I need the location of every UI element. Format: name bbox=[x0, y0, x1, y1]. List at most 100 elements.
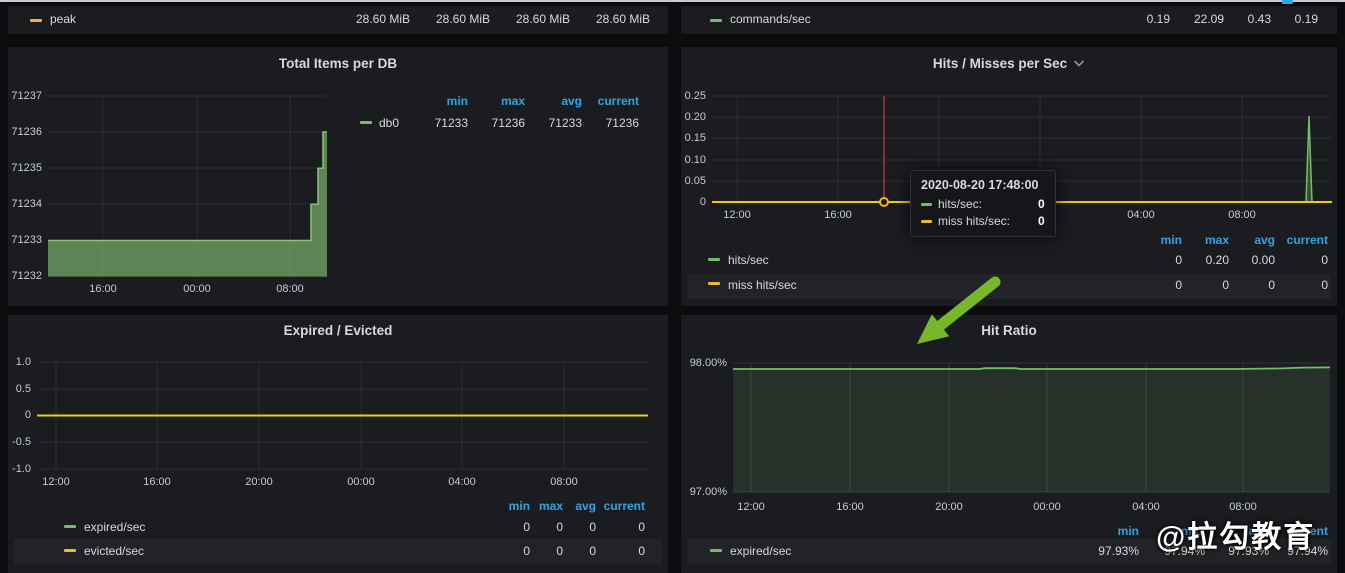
legend-min-value: 71233 bbox=[435, 116, 468, 130]
x-tick: 00:00 bbox=[347, 476, 375, 488]
tooltip-timestamp: 2020-08-20 17:48:00 bbox=[921, 178, 1045, 192]
x-tick: 20:00 bbox=[935, 501, 963, 513]
panel-commands-legend: commands/sec 0.19 22.09 0.43 0.19 bbox=[681, 6, 1337, 34]
x-tick: 20:00 bbox=[245, 476, 273, 488]
db0-series-line bbox=[48, 132, 327, 241]
legend-min-value: 0 bbox=[523, 544, 530, 558]
series-dash-icon bbox=[921, 220, 932, 223]
y-tick: 0.25 bbox=[681, 90, 706, 102]
cropped-blue-header-fragment bbox=[1282, 0, 1293, 4]
legend-current-value: 71236 bbox=[606, 116, 639, 130]
x-tick: 16:00 bbox=[143, 476, 171, 488]
panel-expired-evicted: Expired / Evicted 1.0 0.5 0 -0.5 -1.0 12… bbox=[8, 315, 668, 573]
hits-spike bbox=[1306, 116, 1312, 202]
series-dash-icon bbox=[921, 203, 932, 206]
tooltip-series-name: hits/sec: bbox=[938, 197, 982, 211]
legend-value: 0.19 bbox=[1147, 12, 1170, 26]
legend-min-value: 0 bbox=[523, 520, 530, 534]
y-tick: 0.05 bbox=[681, 175, 706, 187]
y-tick: 71237 bbox=[8, 90, 42, 102]
legend-max-value: 0.20 bbox=[1206, 253, 1229, 267]
legend-series-evicted[interactable]: evicted/sec bbox=[84, 544, 144, 558]
legend-series-expired[interactable]: expired/sec bbox=[730, 544, 791, 558]
legend-series-peak[interactable]: peak bbox=[50, 12, 76, 26]
x-tick: 00:00 bbox=[183, 283, 211, 295]
x-tick: 16:00 bbox=[836, 501, 864, 513]
legend-current-value: 0 bbox=[1321, 253, 1328, 267]
legend-header-max[interactable]: max bbox=[501, 94, 525, 108]
legend-avg-value: 0 bbox=[589, 544, 596, 558]
legend-header-min[interactable]: min bbox=[447, 94, 468, 108]
watermark-text: @拉勾教育 bbox=[1156, 512, 1315, 556]
y-tick: -0.5 bbox=[8, 436, 31, 448]
legend-max-value: 71236 bbox=[492, 116, 525, 130]
legend-header-avg[interactable]: avg bbox=[561, 94, 582, 108]
x-tick: 00:00 bbox=[1033, 501, 1061, 513]
legend-avg-value: 71233 bbox=[549, 116, 582, 130]
grafana-dashboard: peak 28.60 MiB 28.60 MiB 28.60 MiB 28.60… bbox=[0, 0, 1345, 573]
legend-min-value: 97.93% bbox=[1098, 544, 1139, 558]
legend-series-db0[interactable]: db0 bbox=[379, 116, 399, 130]
y-tick: 0.5 bbox=[8, 383, 31, 395]
legend-header-current[interactable]: current bbox=[1287, 233, 1328, 247]
x-tick: 04:00 bbox=[1127, 209, 1155, 221]
expired-evicted-chart bbox=[8, 315, 668, 573]
y-tick: 71233 bbox=[8, 234, 42, 246]
tooltip-row: miss hits/sec: 0 bbox=[921, 214, 1045, 228]
legend-header-min[interactable]: min bbox=[1118, 524, 1139, 538]
y-tick: 97.00% bbox=[681, 486, 727, 498]
y-tick: 0.10 bbox=[681, 154, 706, 166]
legend-header-current[interactable]: current bbox=[604, 499, 645, 513]
y-tick: 71234 bbox=[8, 198, 42, 210]
legend-max-value: 0 bbox=[1222, 278, 1229, 292]
panel-hits-misses: Hits / Misses per Sec 0.25 0.20 0.15 0.1… bbox=[681, 47, 1337, 306]
y-tick: 71235 bbox=[8, 162, 42, 174]
x-tick: 04:00 bbox=[448, 476, 476, 488]
hit-ratio-series-line bbox=[733, 367, 1330, 369]
y-tick: 0 bbox=[8, 409, 31, 421]
legend-value: 28.60 MiB bbox=[596, 12, 650, 26]
legend-value: 0.19 bbox=[1295, 12, 1318, 26]
series-dash-icon bbox=[360, 121, 372, 124]
legend-current-value: 0 bbox=[638, 520, 645, 534]
hit-ratio-area-fill bbox=[733, 367, 1330, 492]
legend-series-expired[interactable]: expired/sec bbox=[84, 520, 145, 534]
legend-header-max[interactable]: max bbox=[1205, 233, 1229, 247]
y-tick: 98.00% bbox=[681, 357, 727, 369]
x-tick: 08:00 bbox=[550, 476, 578, 488]
legend-current-value: 0 bbox=[1321, 278, 1328, 292]
y-tick: 71232 bbox=[8, 270, 42, 282]
x-tick: 08:00 bbox=[1228, 209, 1256, 221]
legend-header-avg[interactable]: avg bbox=[1254, 233, 1275, 247]
legend-min-value: 0 bbox=[1175, 278, 1182, 292]
legend-avg-value: 0.00 bbox=[1252, 253, 1275, 267]
series-dash-icon bbox=[710, 19, 722, 22]
legend-header-current[interactable]: current bbox=[598, 94, 639, 108]
legend-header-avg[interactable]: avg bbox=[575, 499, 596, 513]
legend-header-max[interactable]: max bbox=[539, 499, 563, 513]
legend-value: 22.09 bbox=[1194, 12, 1224, 26]
tooltip-row: hits/sec: 0 bbox=[921, 197, 1045, 211]
y-tick: -1.0 bbox=[8, 463, 31, 475]
x-tick: 12:00 bbox=[723, 209, 751, 221]
tooltip-series-name: miss hits/sec: bbox=[938, 214, 1010, 228]
y-tick: 1.0 bbox=[8, 356, 31, 368]
legend-avg-value: 0 bbox=[589, 520, 596, 534]
panel-total-items-per-db: Total Items per DB 71237 71236 71235 712… bbox=[8, 47, 668, 306]
x-tick: 08:00 bbox=[276, 283, 304, 295]
legend-series-miss-hits[interactable]: miss hits/sec bbox=[728, 278, 797, 292]
legend-max-value: 0 bbox=[556, 544, 563, 558]
legend-value: 28.60 MiB bbox=[436, 12, 490, 26]
legend-series-commands[interactable]: commands/sec bbox=[730, 12, 811, 26]
legend-header-min[interactable]: min bbox=[509, 499, 530, 513]
series-dash-icon bbox=[708, 258, 720, 261]
legend-max-value: 0 bbox=[556, 520, 563, 534]
x-tick: 12:00 bbox=[42, 476, 70, 488]
legend-series-hits[interactable]: hits/sec bbox=[728, 253, 769, 267]
legend-header-min[interactable]: min bbox=[1161, 233, 1182, 247]
tooltip-series-value: 0 bbox=[1016, 197, 1045, 211]
hover-point-marker bbox=[880, 198, 888, 206]
series-dash-icon bbox=[30, 19, 42, 22]
series-dash-icon bbox=[64, 525, 76, 528]
total-items-chart bbox=[8, 47, 668, 306]
